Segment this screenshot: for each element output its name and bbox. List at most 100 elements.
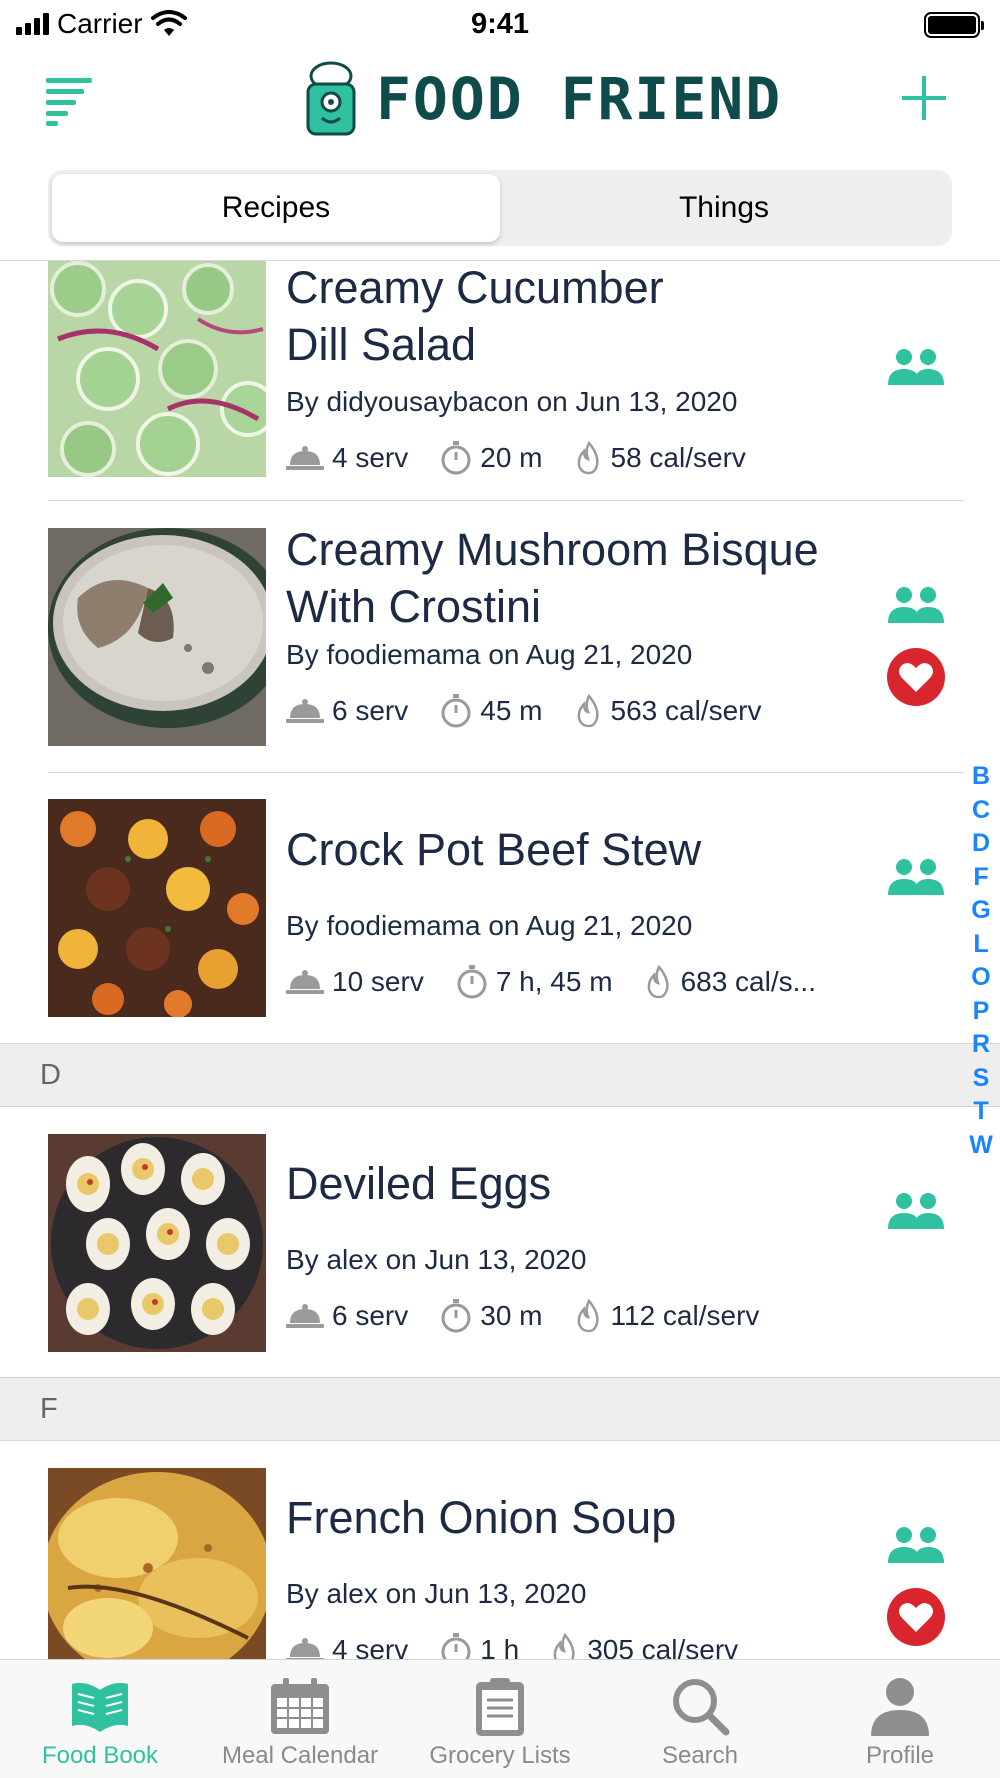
recipe-row[interactable]: Deviled Eggs By alex on Jun 13, 2020 6 s… [0,1107,1000,1377]
index-letter-w[interactable]: W [969,1129,993,1163]
segment-things[interactable]: Things [500,174,948,242]
time-value: 20 m [480,442,543,473]
calories-stat: 563 cal/serv [575,694,762,728]
recipe-title-line: Dill Salad [286,319,477,370]
shared-users-icon [888,1527,944,1563]
recipe-stats: 6 serv 30 m 112 cal/serv [286,1299,791,1333]
flame-icon [577,1299,599,1333]
recipe-title: French Onion Soup [286,1489,886,1546]
add-icon[interactable] [902,76,946,120]
flame-icon [647,965,669,999]
section-header: D [0,1043,1000,1107]
search-icon [673,1679,730,1736]
tab-label: Grocery Lists [429,1742,571,1769]
servings-value: 6 serv [332,695,409,726]
servings-stat: 6 serv [286,695,408,727]
recipe-title: Creamy Mushroom Bisque With Crostini [286,521,886,635]
recipe-row[interactable]: Creamy Mushroom Bisque With Crostini By … [0,501,1000,772]
recipe-row[interactable]: French Onion Soup By alex on Jun 13, 202… [0,1441,1000,1659]
servings-stat: 6 serv [286,1300,408,1332]
timer-icon [441,441,471,475]
index-letter-p[interactable]: P [973,995,990,1029]
cloche-icon [286,970,324,994]
calories-value: 683 cal/s... [680,966,816,997]
time-value: 30 m [480,1300,543,1331]
favorite-heart-icon[interactable] [886,647,946,707]
recipe-byline: By foodiemama on Aug 21, 2020 [286,910,693,941]
shared-users-icon [888,349,944,385]
calories-stat: 305 cal/serv [551,1633,738,1659]
tab-food-book[interactable]: Food Book [0,1660,200,1778]
index-letter-l[interactable]: L [973,928,988,962]
tab-bar: Food Book Meal Calendar Grocery Lists Se… [0,1659,1000,1778]
shared-users-icon [888,587,944,623]
index-letter-o[interactable]: O [971,961,990,995]
servings-stat: 4 serv [286,1634,408,1659]
favorite-heart-icon[interactable] [886,1587,946,1647]
index-letter-b[interactable]: B [972,760,990,794]
time-stat: 7 h, 45 m [456,965,613,999]
index-letter-f[interactable]: F [973,861,988,895]
recipe-stats: 4 serv 20 m 58 cal/serv [286,441,778,475]
tab-label: Food Book [41,1742,159,1769]
servings-value: 10 serv [332,966,424,997]
flame-icon [577,694,599,728]
time-value: 45 m [480,695,543,726]
recipe-title-line: Creamy Cucumber [286,262,664,313]
servings-value: 4 serv [332,1634,409,1659]
index-letter-t[interactable]: T [973,1095,988,1129]
battery-icon [924,12,984,38]
calories-value: 112 cal/serv [610,1300,760,1331]
app-name: FOOD FRIEND [376,65,783,133]
calories-stat: 58 cal/serv [575,441,746,475]
app-logo: FOOD FRIEND [300,60,782,138]
recipe-row[interactable]: Creamy Cucumber Dill Salad By didyousayb… [0,261,1000,501]
recipe-title: Deviled Eggs [286,1155,886,1212]
recipe-row[interactable]: Crock Pot Beef Stew By foodiemama on Aug… [0,773,1000,1043]
filter-icon[interactable] [46,74,94,126]
cloche-icon [286,446,324,470]
tab-grocery-lists[interactable]: Grocery Lists [400,1660,600,1778]
calories-value: 305 cal/serv [587,1634,739,1659]
cloche-icon [286,1304,324,1328]
status-bar: Carrier 9:41 [0,0,1000,50]
alphabet-index[interactable]: B C D F G L O P R S T W [966,760,996,1162]
app-header: FOOD FRIEND [0,50,1000,160]
recipe-list[interactable]: Creamy Cucumber Dill Salad By didyousayb… [0,261,1000,1659]
recipe-byline: By didyousaybacon on Jun 13, 2020 [286,386,738,417]
index-letter-d[interactable]: D [972,827,990,861]
recipe-thumbnail [48,1134,266,1352]
calendar-icon [271,1678,329,1734]
servings-stat: 10 serv [286,966,424,998]
tab-search[interactable]: Search [600,1660,800,1778]
recipe-title-line: French Onion Soup [286,1492,677,1543]
cloche-icon [286,699,324,723]
person-icon [871,1678,929,1736]
cloche-icon [286,1638,324,1659]
timer-icon [457,965,487,999]
index-letter-c[interactable]: C [972,794,990,828]
recipe-byline: By foodiemama on Aug 21, 2020 [286,639,693,670]
index-letter-g[interactable]: G [971,894,990,928]
calories-value: 563 cal/serv [610,695,762,726]
recipe-title: Creamy Cucumber Dill Salad [286,261,886,373]
tab-label: Profile [865,1742,935,1769]
flame-icon [553,1633,575,1659]
recipe-title-line: Deviled Eggs [286,1158,552,1209]
recipe-title-line: Crock Pot Beef Stew [286,824,702,875]
segment-recipes[interactable]: Recipes [52,174,500,242]
tab-label: Search [661,1742,739,1769]
calories-stat: 683 cal/s... [645,965,816,999]
index-letter-s[interactable]: S [973,1062,990,1096]
timer-icon [441,1299,471,1333]
tab-profile[interactable]: Profile [800,1660,1000,1778]
segmented-control: Recipes Things [48,170,952,246]
tab-meal-calendar[interactable]: Meal Calendar [200,1660,400,1778]
shared-users-icon [888,1193,944,1229]
recipe-title-line: Creamy Mushroom Bisque [286,524,819,575]
flame-icon [577,441,599,475]
timer-icon [441,694,471,728]
index-letter-r[interactable]: R [972,1028,990,1062]
time-value: 7 h, 45 m [495,966,613,997]
timer-icon [441,1633,471,1659]
